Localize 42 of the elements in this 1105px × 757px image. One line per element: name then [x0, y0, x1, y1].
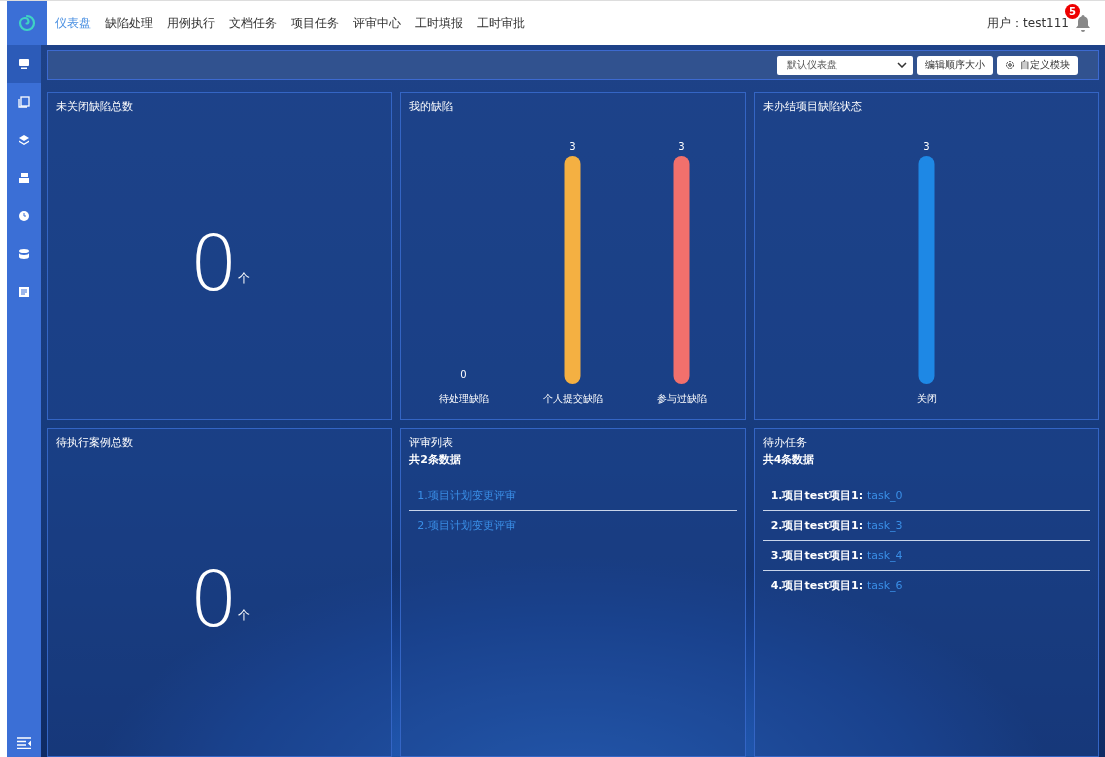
card-title: 我的缺陷 [409, 99, 455, 114]
record-count: 共2条数据 [409, 452, 462, 467]
card-title: 未关闭缺陷总数 [56, 99, 134, 114]
category-label: 参与过缺陷 [656, 393, 707, 404]
card-title: 未办结项目缺陷状态 [762, 99, 863, 114]
monitor-icon[interactable] [7, 45, 41, 83]
bar-value-label: 3 [678, 141, 685, 152]
bar-value-label: 3 [922, 141, 930, 152]
category-label: 待处理缺陷 [438, 393, 489, 404]
custom-module-button[interactable]: 自定义模块 [997, 55, 1078, 75]
card-title: 待办任务 [762, 435, 808, 450]
category-label: 个人提交缺陷 [542, 393, 603, 404]
nav-tab[interactable]: 用例执行 [167, 14, 215, 32]
unit-label: 个 [237, 606, 250, 624]
nav-tab[interactable]: 评审中心 [353, 14, 401, 32]
list-item[interactable]: 3.项目test项目1: task_4 [762, 541, 1090, 571]
record-count: 共4条数据 [762, 452, 816, 467]
logo-icon[interactable] [7, 1, 47, 45]
card-title: 评审列表 [409, 435, 455, 450]
menu-icon[interactable] [17, 737, 31, 749]
nav-tab[interactable]: 缺陷处理 [105, 14, 153, 32]
nav-tab[interactable]: 工时填报 [415, 14, 463, 32]
nav-tab[interactable]: 项目任务 [291, 14, 339, 32]
nav-tab[interactable]: 仪表盘 [55, 14, 91, 32]
bar-value-label: 0 [460, 369, 467, 380]
card-title: 待执行案例总数 [56, 435, 134, 450]
count-value: 0 [189, 225, 238, 302]
list-item[interactable]: 2.项目test项目1: task_3 [762, 511, 1090, 541]
bar-value-label: 3 [569, 141, 576, 152]
unit-label: 个 [237, 270, 250, 287]
nav-tab[interactable]: 文档任务 [229, 14, 277, 32]
caret-icon [897, 62, 907, 68]
notification-badge: 5 [1065, 4, 1080, 19]
category-label: 关闭 [916, 393, 937, 404]
dashboard-select[interactable]: 默认仪表盘 [777, 55, 913, 75]
edit-order-button[interactable]: 编辑顺序大小 [917, 55, 993, 75]
list-item[interactable]: 4.项目test项目1: task_6 [762, 571, 1090, 600]
list-item[interactable]: 1.项目test项目1: task_0 [762, 481, 1090, 511]
gear-icon [1005, 60, 1015, 70]
bell-icon[interactable] [1075, 14, 1091, 32]
count-value: 0 [189, 562, 238, 638]
nav-tab[interactable]: 工时审批 [477, 14, 525, 32]
